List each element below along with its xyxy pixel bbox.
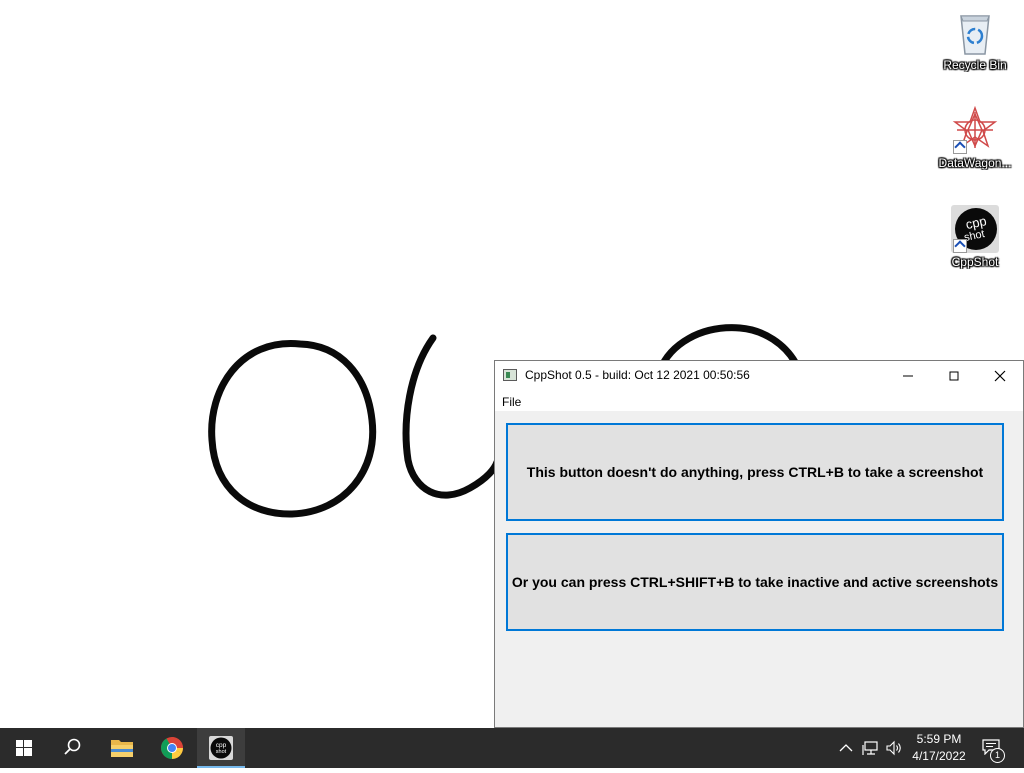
close-button[interactable] [977, 361, 1023, 391]
cppshot-window: CppShot 0.5 - build: Oct 12 2021 00:50:5… [494, 360, 1024, 728]
search-icon [64, 738, 81, 755]
chrome-icon [161, 737, 183, 759]
desktop-icon-recycle-bin[interactable]: Recycle Bin [936, 8, 1014, 72]
file-explorer-button[interactable] [98, 728, 146, 768]
close-icon [994, 370, 1006, 382]
title-bar[interactable]: CppShot 0.5 - build: Oct 12 2021 00:50:5… [495, 361, 1023, 391]
notification-badge: 1 [990, 748, 1005, 763]
svg-text:cpp: cpp [216, 742, 227, 749]
desktop-icon-cppshot[interactable]: cpp shot CppShot [936, 205, 1014, 269]
minimize-icon [903, 375, 913, 377]
network-icon[interactable] [862, 739, 880, 757]
cppshot-icon: cpp shot [951, 205, 999, 253]
volume-icon[interactable] [885, 739, 903, 757]
menu-bar: File [495, 391, 1023, 411]
desktop-icon-label: Recycle Bin [943, 58, 1007, 72]
datawagon-icon [951, 105, 999, 154]
clock-time: 5:59 PM [916, 732, 962, 746]
menu-file[interactable]: File [502, 395, 521, 409]
shortcut-arrow-icon [953, 239, 967, 253]
desktop-icon-datawagon[interactable]: DataWagon... [936, 105, 1014, 170]
search-button[interactable] [48, 728, 96, 768]
cppshot-icon: cpp shot [209, 736, 233, 760]
maximize-icon [949, 371, 959, 381]
cppshot-taskbar-button[interactable]: cpp shot [197, 728, 245, 768]
app-icon [503, 369, 517, 381]
start-button[interactable] [0, 728, 48, 768]
screenshot-info-button[interactable]: This button doesn't do anything, press C… [506, 423, 1004, 521]
taskbar: cpp shot 5:59 PM 4/17/2022 1 [0, 728, 1024, 768]
maximize-button[interactable] [931, 361, 977, 391]
folder-icon [111, 740, 133, 757]
inactive-active-info-button[interactable]: Or you can press CTRL+SHIFT+B to take in… [506, 533, 1004, 631]
shortcut-arrow-icon [953, 140, 967, 154]
minimize-button[interactable] [885, 361, 931, 391]
desktop-icon-label: DataWagon... [938, 156, 1012, 170]
notification-center-button[interactable]: 1 [978, 728, 1008, 768]
clock[interactable]: 5:59 PM 4/17/2022 [905, 731, 973, 765]
chevron-up-icon[interactable] [838, 740, 854, 756]
chrome-button[interactable] [148, 728, 196, 768]
windows-logo-icon [16, 740, 32, 756]
recycle-bin-icon [951, 8, 999, 56]
desktop-icon-label: CppShot [951, 255, 999, 269]
window-title: CppShot 0.5 - build: Oct 12 2021 00:50:5… [525, 368, 750, 382]
svg-text:shot: shot [216, 749, 227, 755]
clock-date: 4/17/2022 [912, 749, 966, 763]
